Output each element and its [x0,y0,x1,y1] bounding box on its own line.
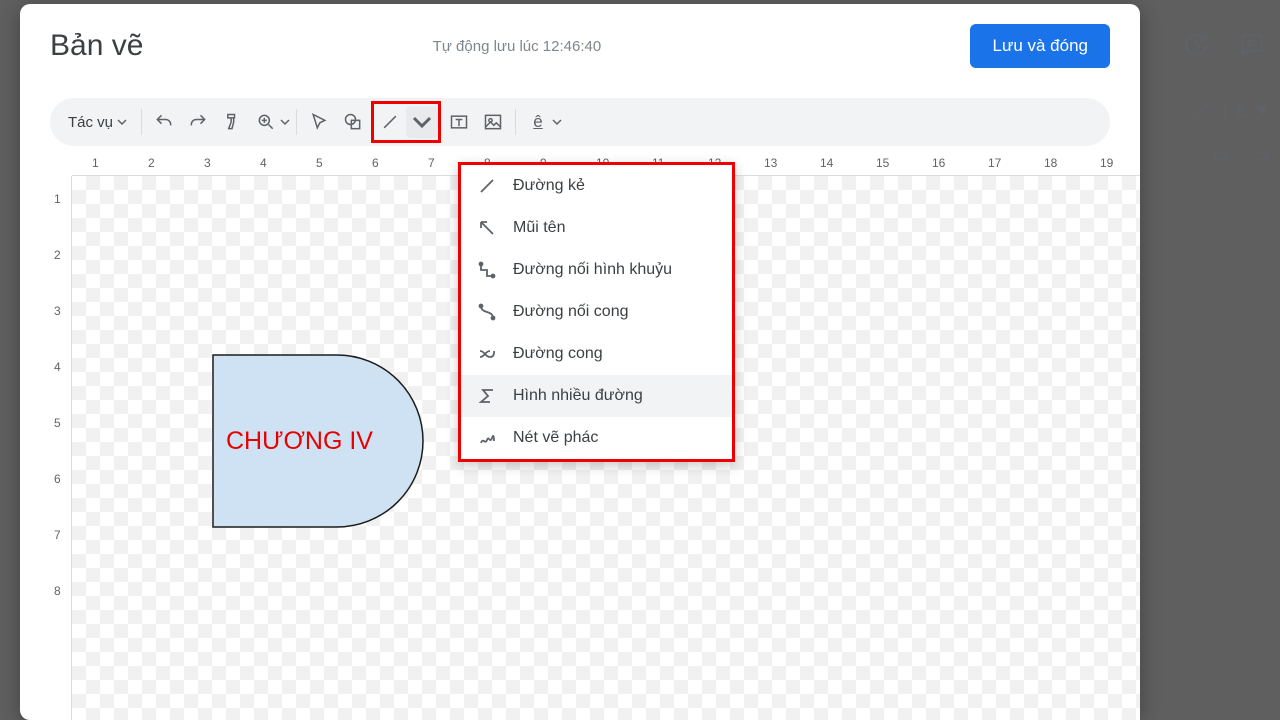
menu-item-label: Đường nối hình khuỷu [513,261,672,279]
menu-item-label: Hình nhiều đường [513,387,643,405]
caret-down-icon [412,112,432,132]
scribble-icon [477,428,497,448]
textbox-button[interactable] [443,106,475,138]
caret-down-icon [280,117,290,127]
special-char-dropdown[interactable]: ê [522,106,562,138]
ruler-tick: 19 [1100,156,1113,170]
line-tool-dropdown[interactable] [371,101,441,143]
line-icon [477,176,497,196]
menu-item-label: Đường nối cong [513,303,629,321]
paint-format-button[interactable] [216,106,248,138]
ruler-tick: 15 [876,156,889,170]
ruler-tick: 18 [1044,156,1057,170]
curved-connector-icon [477,302,497,322]
bg-tool-icon [1193,100,1213,120]
actions-menu-button[interactable]: Tác vụ [60,108,135,137]
zoom-icon [256,112,276,132]
bg-char: ê [1237,102,1245,119]
ruler-tick: 17 [988,156,1001,170]
background-ruler: 2122 [1213,148,1270,163]
ruler-tick: 1 [54,192,61,206]
drawing-toolbar: Tác vụ ê [50,98,1110,146]
caret-down-icon [117,117,127,127]
menu-item-label: Đường cong [513,345,603,363]
line-menu-item[interactable]: Mũi tên [461,207,732,249]
menu-item-label: Nét vẽ phác [513,429,598,447]
background-header-icons [1183,32,1265,58]
line-icon [380,112,400,132]
zoom-dropdown[interactable] [250,106,290,138]
line-menu-item[interactable]: Đường kẻ [461,165,732,207]
line-tool-menu: Đường kẻ Mũi tên Đường nối hình khuỷu Đường… [458,162,735,462]
ruler-area: 12345678910111213141516171819 12345678 C… [50,154,1140,720]
ruler-tick: 7 [54,528,61,542]
line-menu-item[interactable]: Nét vẽ phác [461,417,732,459]
ruler-tick: 8 [54,584,61,598]
line-menu-item[interactable]: Hình nhiều đường [461,375,732,417]
line-menu-item[interactable]: Đường cong [461,333,732,375]
separator [296,109,297,135]
ruler-tick: 4 [54,360,61,374]
ruler-tick: 6 [54,472,61,486]
autosave-status: Tự động lưu lúc 12:46:40 [63,38,970,55]
dialog-header: Bản vẽ Tự động lưu lúc 12:46:40 Lưu và đ… [20,4,1140,80]
ruler-tick: 16 [932,156,945,170]
ruler-tick: 7 [428,156,435,170]
special-char-label: ê [533,112,542,132]
shape-icon [343,112,363,132]
save-and-close-button[interactable]: Lưu và đóng [970,24,1110,68]
shape-text: CHƯƠNG IV [226,427,373,456]
elbow-icon [477,260,497,280]
polyline-icon [477,386,497,406]
ruler-tick: 2 [54,248,61,262]
arrow-icon [477,218,497,238]
ruler-tick: 5 [316,156,323,170]
separator [141,109,142,135]
menu-item-label: Mũi tên [513,219,565,237]
separator [515,109,516,135]
redo-button[interactable] [182,106,214,138]
ruler-tick: 3 [54,304,61,318]
select-tool-button[interactable] [303,106,335,138]
vertical-ruler: 1 2 3 4 5 6 7 8 [50,176,72,720]
shape-tool-dropdown[interactable] [337,106,369,138]
curve-icon [477,344,497,364]
background-toolbar: | ê ▼ [1193,100,1270,120]
ruler-tick: 3 [204,156,211,170]
line-menu-item[interactable]: Đường nối hình khuỷu [461,249,732,291]
ruler-tick: 4 [260,156,267,170]
menu-item-label: Đường kẻ [513,177,585,195]
undo-button[interactable] [148,106,180,138]
actions-label: Tác vụ [68,114,113,131]
ruler-tick: 13 [764,156,777,170]
history-icon[interactable] [1183,32,1209,58]
ruler-tick: 1 [92,156,99,170]
ruler-tick: 14 [820,156,833,170]
drawing-dialog: Bản vẽ Tự động lưu lúc 12:46:40 Lưu và đ… [20,4,1140,720]
image-button[interactable] [477,106,509,138]
line-menu-item[interactable]: Đường nối cong [461,291,732,333]
canvas-shape[interactable]: CHƯƠNG IV [212,354,424,528]
comment-icon[interactable] [1239,32,1265,58]
ruler-tick: 6 [372,156,379,170]
ruler-tick: 2 [148,156,155,170]
ruler-tick: 5 [54,416,61,430]
caret-down-icon [552,117,562,127]
